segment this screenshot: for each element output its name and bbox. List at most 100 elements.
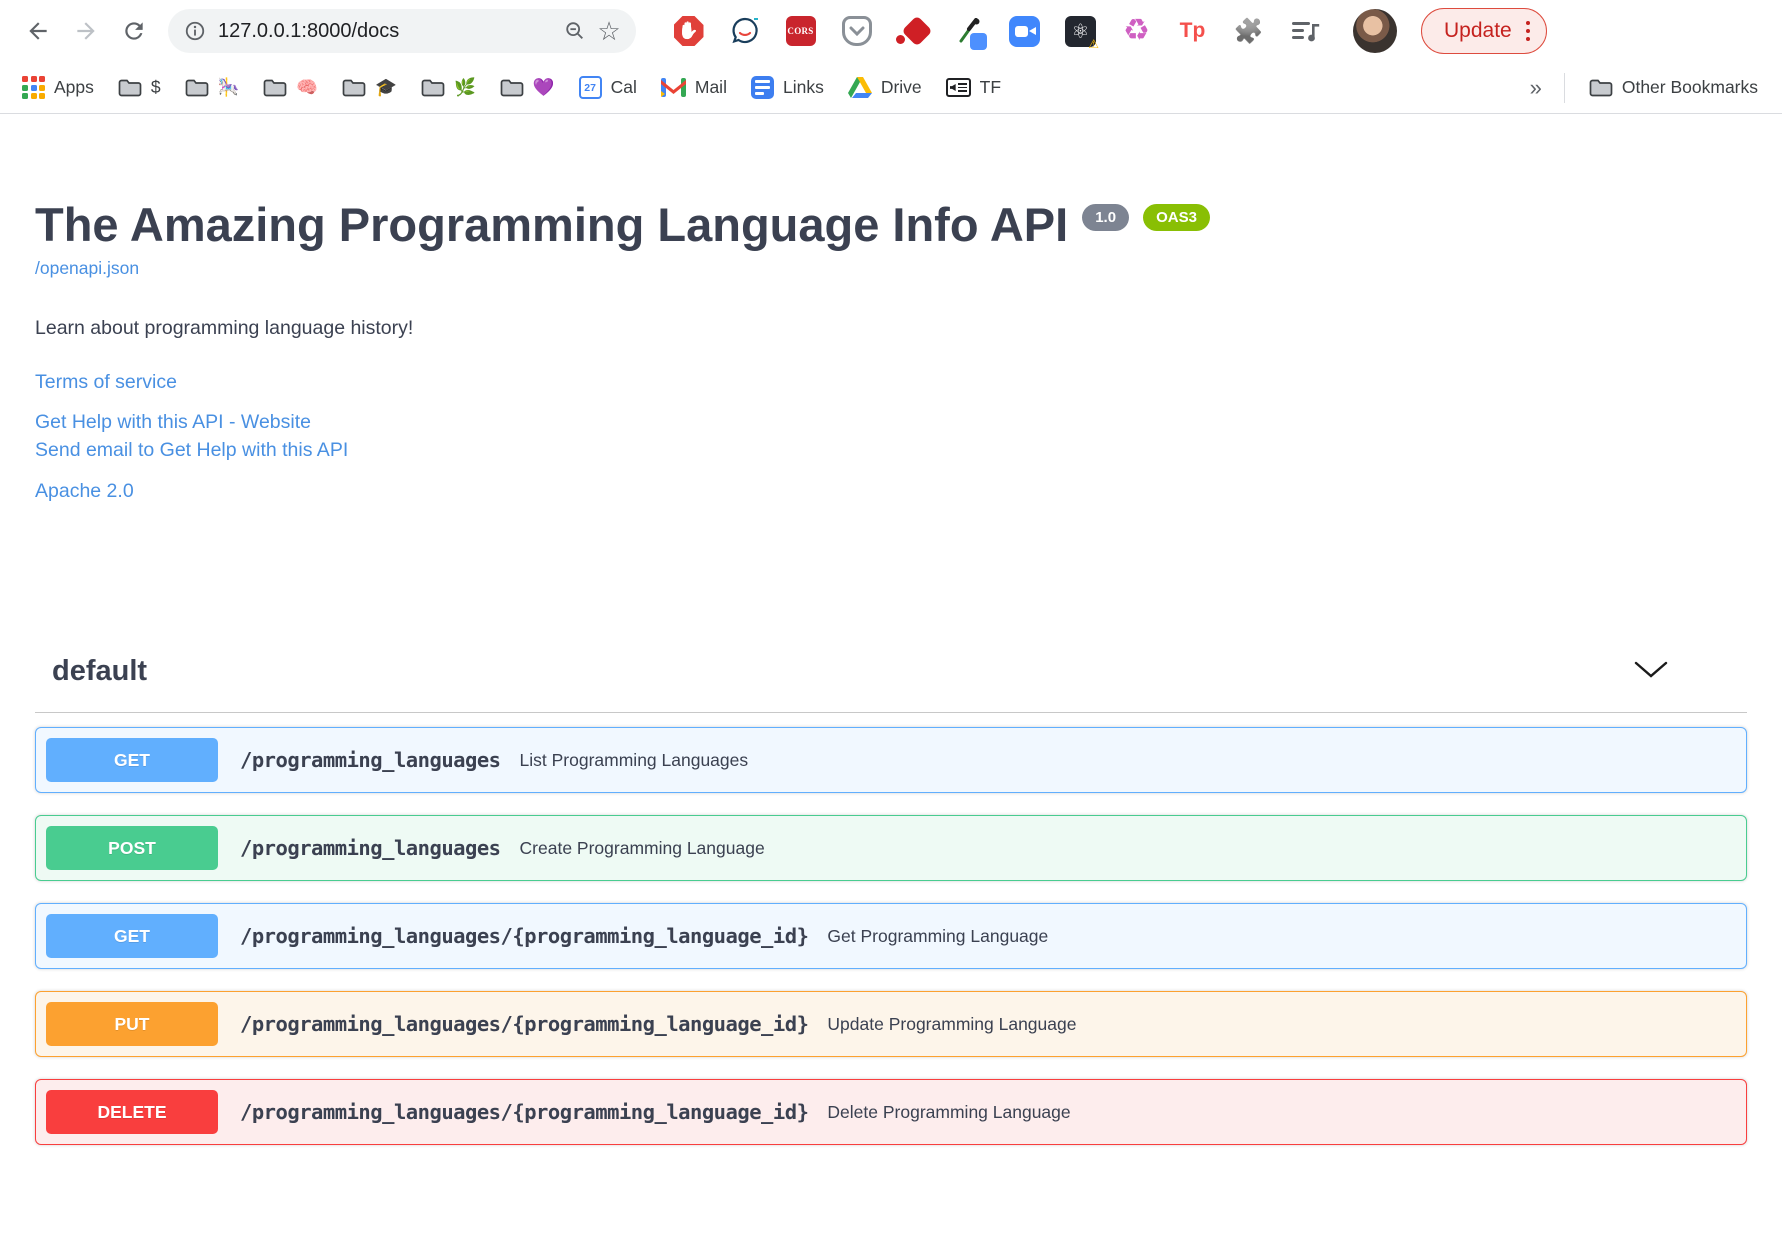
endpoint-row-delete-4[interactable]: DELETE /programming_languages/{programmi… <box>35 1079 1747 1145</box>
endpoint-row-get-0[interactable]: GET /programming_languages List Programm… <box>35 727 1747 793</box>
bookmarks-divider <box>1564 73 1565 103</box>
swagger-docs: The Amazing Programming Language Info AP… <box>0 198 1782 1145</box>
bookmark-calendar[interactable]: 27 Cal <box>569 71 647 104</box>
tf-favicon <box>946 78 971 97</box>
chat-bubble-extension-icon[interactable] <box>728 15 761 48</box>
bookmark-folder-3[interactable]: 🎓 <box>332 72 407 103</box>
method-button[interactable]: PUT <box>46 1002 218 1046</box>
bookmarks-bar: Apps $ 🎠 🧠 🎓 🌿 💜 27 Cal <box>0 62 1782 114</box>
bookmark-folder-5[interactable]: 💜 <box>490 72 565 103</box>
browser-menu-kebab-icon[interactable] <box>1526 21 1531 42</box>
terms-of-service-link[interactable]: Terms of service <box>35 371 1747 394</box>
endpoint-path: /programming_languages <box>240 748 501 772</box>
pocket-extension-icon[interactable] <box>840 15 873 48</box>
bookmark-folder-label: 🎠 <box>218 77 240 98</box>
help-website-link[interactable]: Get Help with this API - Website <box>35 411 1747 434</box>
cors-extension-icon[interactable]: CORS <box>784 15 817 48</box>
bookmark-folder-label: 🌿 <box>454 77 476 98</box>
bookmark-apps[interactable]: Apps <box>12 71 104 104</box>
bookmarks-overflow-chevron[interactable]: » <box>1522 75 1550 101</box>
endpoint-summary: Get Programming Language <box>827 926 1048 947</box>
extensions-row: ✋ CORS ⚛ ⚠ ♻ <box>672 15 1321 48</box>
google-calendar-icon: 27 <box>579 76 602 99</box>
folder-icon <box>421 78 445 97</box>
profile-avatar[interactable] <box>1353 9 1397 53</box>
folder-icon <box>185 78 209 97</box>
back-icon <box>25 18 51 44</box>
browser-toolbar: 127.0.0.1:8000/docs ☆ ✋ CORS <box>0 0 1782 62</box>
bookmark-folder-label: 🧠 <box>296 77 318 98</box>
page-title: The Amazing Programming Language Info AP… <box>35 198 1747 252</box>
openapi-spec-link[interactable]: /openapi.json <box>35 258 139 279</box>
extensions-puzzle-icon[interactable]: 🧩 <box>1232 15 1265 48</box>
bookmark-folder-label: 🎓 <box>375 77 397 98</box>
bookmark-folder-2[interactable]: 🧠 <box>253 72 328 103</box>
folder-icon <box>263 78 287 97</box>
section-title: default <box>52 655 147 688</box>
gmail-icon <box>661 78 686 97</box>
bookmark-tf[interactable]: TF <box>936 72 1011 103</box>
api-description: Learn about programming language history… <box>35 317 1747 340</box>
back-button[interactable] <box>18 11 58 51</box>
react-devtools-extension-icon[interactable]: ⚛ ⚠ <box>1064 15 1097 48</box>
key-extension-icon[interactable] <box>896 15 929 48</box>
section-header-default[interactable]: default <box>35 655 1747 688</box>
bookmark-links[interactable]: Links <box>741 71 834 104</box>
license-link[interactable]: Apache 2.0 <box>35 480 1747 503</box>
method-button[interactable]: POST <box>46 826 218 870</box>
section-collapse-button[interactable] <box>1630 657 1672 686</box>
endpoints-list: GET /programming_languages List Programm… <box>35 727 1747 1145</box>
method-button[interactable]: GET <box>46 914 218 958</box>
endpoint-row-get-2[interactable]: GET /programming_languages/{programming_… <box>35 903 1747 969</box>
color-picker-extension-icon[interactable] <box>952 15 985 48</box>
recycle-extension-icon[interactable]: ♻ <box>1120 15 1153 48</box>
method-button[interactable]: DELETE <box>46 1090 218 1134</box>
method-button[interactable]: GET <box>46 738 218 782</box>
help-email-link[interactable]: Send email to Get Help with this API <box>35 439 1747 462</box>
bookmark-folder-label: $ <box>151 77 161 98</box>
folder-icon <box>500 78 524 97</box>
endpoint-path: /programming_languages <box>240 836 501 860</box>
endpoint-summary: List Programming Languages <box>520 750 749 771</box>
folder-icon <box>342 78 366 97</box>
links-icon <box>751 76 774 99</box>
bookmark-star-icon[interactable]: ☆ <box>598 20 620 42</box>
section-divider <box>35 712 1747 713</box>
other-bookmarks[interactable]: Other Bookmarks <box>1579 72 1768 103</box>
update-button[interactable]: Update <box>1421 8 1547 54</box>
endpoint-summary: Update Programming Language <box>827 1014 1076 1035</box>
endpoint-summary: Create Programming Language <box>520 838 765 859</box>
warning-icon: ⚠ <box>1088 37 1099 51</box>
forward-button[interactable] <box>66 11 106 51</box>
forward-icon <box>73 18 99 44</box>
bookmark-folder-4[interactable]: 🌿 <box>411 72 486 103</box>
bookmark-mail[interactable]: Mail <box>651 72 737 103</box>
endpoint-path: /programming_languages/{programming_lang… <box>240 1100 808 1124</box>
bookmark-folder-1[interactable]: 🎠 <box>175 72 250 103</box>
playlist-extension-icon[interactable] <box>1288 15 1321 48</box>
endpoint-path: /programming_languages/{programming_lang… <box>240 1012 808 1036</box>
zoom-extension-icon[interactable] <box>1008 15 1041 48</box>
google-drive-icon <box>848 77 872 99</box>
endpoint-row-put-3[interactable]: PUT /programming_languages/{programming_… <box>35 991 1747 1057</box>
toucan-extension-icon[interactable]: Tp <box>1176 15 1209 48</box>
version-badge: 1.0 <box>1082 204 1129 231</box>
bookmark-folder-label: 💜 <box>533 77 555 98</box>
endpoint-row-post-1[interactable]: POST /programming_languages Create Progr… <box>35 815 1747 881</box>
reload-button[interactable] <box>114 11 154 51</box>
folder-icon <box>118 78 142 97</box>
zoom-out-icon[interactable] <box>564 20 586 42</box>
folder-icon <box>1589 78 1613 97</box>
url-bar[interactable]: 127.0.0.1:8000/docs ☆ <box>168 9 636 53</box>
chevron-down-icon <box>1634 661 1668 679</box>
oas3-badge: OAS3 <box>1143 204 1210 231</box>
url-text[interactable]: 127.0.0.1:8000/docs <box>218 20 552 43</box>
endpoint-path: /programming_languages/{programming_lang… <box>240 924 808 948</box>
adblock-extension-icon[interactable]: ✋ <box>672 15 705 48</box>
apps-grid-icon <box>22 76 45 99</box>
bookmark-drive[interactable]: Drive <box>838 72 932 104</box>
site-info-icon[interactable] <box>184 20 206 42</box>
endpoint-summary: Delete Programming Language <box>827 1102 1070 1123</box>
bookmark-folder-0[interactable]: $ <box>108 72 171 103</box>
reload-icon <box>121 18 147 44</box>
